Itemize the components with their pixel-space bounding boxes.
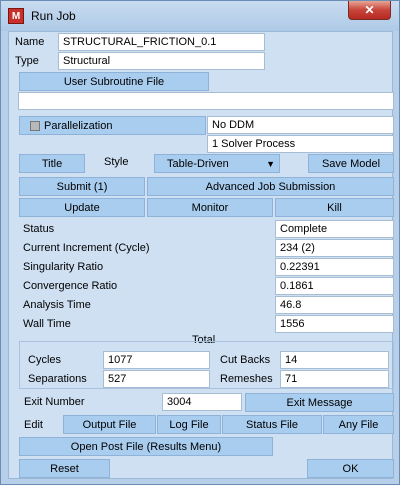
save-model-button[interactable]: Save Model [308,154,394,173]
ok-button[interactable]: OK [307,459,394,478]
edit-label: Edit [24,419,43,431]
any-file-button[interactable]: Any File [323,415,394,434]
title-button[interactable]: Title [19,154,85,173]
convergence-ratio-value: 0.1861 [275,277,394,295]
user-subroutine-field[interactable] [18,92,394,110]
cycles-label: Cycles [28,354,62,366]
dialog-content: Name STRUCTURAL_FRICTION_0.1 Type Struct… [8,31,394,479]
parallelization-checkbox[interactable] [30,121,40,131]
cycles-value: 1077 [103,351,210,369]
status-file-button[interactable]: Status File [222,415,322,434]
output-file-button[interactable]: Output File [63,415,156,434]
type-label: Type [15,55,39,67]
wall-time-label: Wall Time [23,318,71,330]
open-post-file-button[interactable]: Open Post File (Results Menu) [19,437,273,456]
analysis-time-label: Analysis Time [23,299,91,311]
chevron-down-icon: ▼ [266,159,275,169]
current-increment-value: 234 (2) [275,239,394,257]
run-job-window: M Run Job ✕ Name STRUCTURAL_FRICTION_0.1… [0,0,400,485]
style-select[interactable]: Table-Driven ▼ [154,154,280,173]
update-button[interactable]: Update [19,198,145,217]
cutbacks-label: Cut Backs [220,354,271,366]
reset-button[interactable]: Reset [19,459,110,478]
parallelization-button[interactable]: Parallelization [19,116,206,135]
exit-number-label: Exit Number [24,396,85,408]
job-name-field[interactable]: STRUCTURAL_FRICTION_0.1 [58,33,265,51]
status-value: Complete [275,220,394,238]
job-type-field: Structural [58,52,265,70]
cutbacks-value: 14 [280,351,389,369]
separations-value: 527 [103,370,210,388]
separations-label: Separations [28,373,87,385]
status-label: Status [23,223,55,235]
singularity-ratio-value: 0.22391 [275,258,394,276]
current-increment-label: Current Increment (Cycle) [23,242,150,254]
singularity-ratio-label: Singularity Ratio [23,261,104,273]
close-button[interactable]: ✕ [348,1,391,20]
window-title: Run Job [31,9,76,23]
style-label: Style [104,156,129,168]
app-icon: M [8,8,24,24]
parallelization-label: Parallelization [44,120,113,132]
exit-number-value: 3004 [162,393,242,411]
name-label: Name [15,36,45,48]
convergence-ratio-label: Convergence Ratio [23,280,118,292]
solver-process-field: 1 Solver Process [207,135,394,153]
log-file-button[interactable]: Log File [157,415,221,434]
monitor-button[interactable]: Monitor [147,198,273,217]
analysis-time-value: 46.8 [275,296,394,314]
kill-button[interactable]: Kill [275,198,394,217]
remeshes-label: Remeshes [220,373,273,385]
remeshes-value: 71 [280,370,389,388]
advanced-job-submission-button[interactable]: Advanced Job Submission [147,177,394,196]
exit-message-button[interactable]: Exit Message [245,393,394,412]
submit-button[interactable]: Submit (1) [19,177,145,196]
wall-time-value: 1556 [275,315,394,333]
ddm-field: No DDM [207,116,394,134]
user-subroutine-button[interactable]: User Subroutine File [19,72,209,91]
close-icon: ✕ [364,3,375,17]
style-select-value: Table-Driven [167,158,229,170]
title-bar[interactable]: M Run Job ✕ [1,1,399,31]
